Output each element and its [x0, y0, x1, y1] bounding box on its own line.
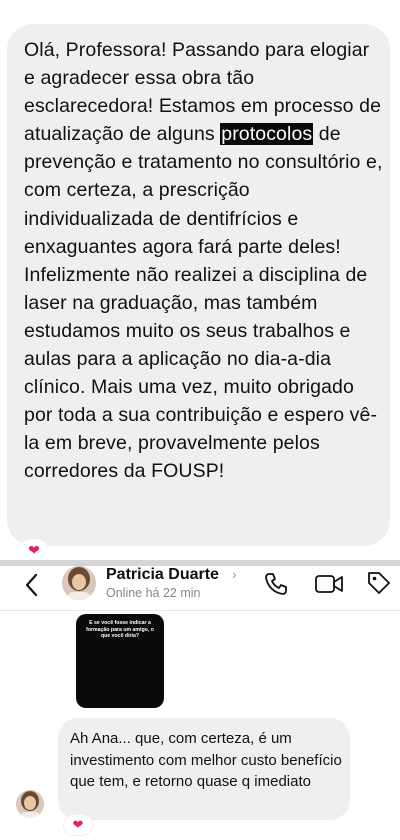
- heart-reaction-icon[interactable]: ❤: [20, 539, 48, 561]
- avatar[interactable]: [62, 566, 96, 600]
- online-status: Online há 22 min: [106, 586, 201, 600]
- story-text: E se você fosse indicar a formação para …: [86, 620, 154, 640]
- message-text-part: de prevenção e tratamento no consultório…: [24, 123, 383, 483]
- message-text-bottom: Ah Ana... que, com certeza, é um investi…: [70, 730, 342, 790]
- sender-avatar[interactable]: [16, 790, 44, 818]
- message-text-top: Olá, Professora! Passando para elogiar e…: [24, 36, 384, 486]
- highlighted-word: protocolos: [220, 123, 314, 146]
- heart-reaction-icon[interactable]: ❤: [64, 815, 92, 835]
- phone-icon[interactable]: [262, 570, 290, 598]
- story-preview[interactable]: E se você fosse indicar a formação para …: [76, 614, 164, 708]
- contact-name[interactable]: Patricia Duarte: [106, 566, 219, 584]
- back-icon[interactable]: [20, 570, 44, 600]
- video-icon[interactable]: [314, 572, 344, 596]
- chat-header: Patricia Duarte › Online há 22 min: [0, 566, 400, 611]
- tag-icon[interactable]: [366, 570, 392, 596]
- forwarded-message-area: Olá, Professora! Passando para elogiar e…: [0, 0, 400, 561]
- chevron-right-icon[interactable]: ›: [232, 566, 237, 582]
